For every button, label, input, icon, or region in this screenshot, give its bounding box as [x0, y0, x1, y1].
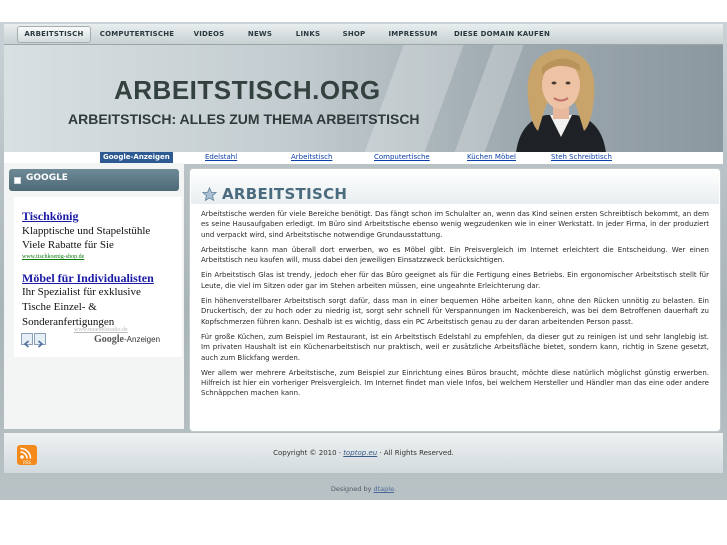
ad-link-arbeitstisch[interactable]: Arbeitstisch — [291, 153, 332, 161]
nav-item-shop[interactable]: SHOP — [336, 27, 372, 42]
site-subtitle: ARBEITSTISCH: ALLES ZUM THEMA ARBEITSTIS… — [68, 111, 420, 127]
ad-title-moebel[interactable]: Möbel für Individualisten — [22, 271, 154, 286]
copyright-link[interactable]: toptop.eu — [343, 449, 377, 457]
content-heading-bar: ARBEITSTISCH — [191, 170, 719, 204]
copyright-text: Copyright © 2010 · toptop.eu · All Right… — [4, 449, 723, 457]
ad-text-line: Viele Rabatte für Sie — [22, 239, 114, 251]
google-ads-label: Google-Anzeigen — [100, 152, 173, 163]
nav-item-arbeitstisch[interactable]: ARBEITSTISCH — [17, 26, 91, 43]
site-header: ARBEITSTISCH.ORG ARBEITSTISCH: ALLES ZUM… — [4, 45, 723, 153]
content-title: ARBEITSTISCH — [222, 185, 348, 203]
ad-link-kuechen-moebel[interactable]: Küchen Möbel — [467, 153, 516, 161]
article-paragraph: Ein höhenverstellbarer Arbeitstisch sorg… — [201, 297, 709, 326]
article-body: Arbeitstische werden für viele Bereiche … — [201, 209, 709, 404]
designed-suffix: . — [394, 485, 397, 493]
ad-text-line: Klapptische und Stapelstühle — [22, 225, 151, 237]
nav-item-computertische[interactable]: COMPUTERTISCHE — [96, 27, 178, 42]
rss-label: RSS — [23, 460, 31, 465]
main-nav: ARBEITSTISCH COMPUTERTISCHE VIDEOS NEWS … — [4, 24, 723, 45]
woman-portrait-image — [516, 49, 606, 153]
article-paragraph: Arbeitstische kann man überall dort erwe… — [201, 245, 709, 265]
nav-item-impressum[interactable]: IMPRESSUM — [382, 27, 444, 42]
ad-url-tischkoenig[interactable]: www.tischkoenig-shop.de — [22, 254, 84, 260]
nav-item-domain-kaufen[interactable]: DIESE DOMAIN KAUFEN — [452, 27, 552, 42]
site-footer: RSS Copyright © 2010 · toptop.eu · All R… — [4, 433, 723, 473]
ad-link-computertische[interactable]: Computertische — [374, 153, 430, 161]
ad-link-edelstahl[interactable]: Edelstahl — [205, 153, 237, 161]
article-paragraph: Für große Küchen, zum Beispiel im Restau… — [201, 332, 709, 362]
square-bullet-icon — [14, 177, 21, 184]
sidebar-heading: GOOGLE — [9, 169, 179, 191]
star-icon — [202, 187, 217, 202]
site-title[interactable]: ARBEITSTISCH.ORG — [114, 75, 381, 106]
article-paragraph: Wer allem wer mehrere Arbeitstische, zum… — [201, 368, 709, 398]
ad-text-line: Ihr Spezialist für exklusive — [22, 286, 141, 298]
google-logo-text: Google — [94, 334, 124, 345]
page: ARBEITSTISCH COMPUTERTISCHE VIDEOS NEWS … — [0, 0, 727, 545]
google-ads-suffix: -Anzeigen — [124, 335, 161, 344]
sidebar: GOOGLE Tischkönig Klapptische und Stapel… — [4, 163, 184, 429]
main-content: ARBEITSTISCH Arbeitstische werden für vi… — [189, 168, 721, 432]
ad-url-moebel[interactable]: www.moebelstudio.de — [74, 327, 128, 333]
nav-item-videos[interactable]: VIDEOS — [187, 27, 231, 42]
nav-item-links[interactable]: LINKS — [288, 27, 328, 42]
google-ad-block: Tischkönig Klapptische und Stapelstühle … — [14, 197, 182, 357]
designer-link[interactable]: dtaple — [374, 485, 395, 493]
article-paragraph: Ein Arbeitstisch Glas ist trendy, jedoch… — [201, 271, 709, 290]
nav-item-news[interactable]: NEWS — [240, 27, 280, 42]
designed-by: Designed by dtaple. — [0, 485, 727, 493]
google-ads-mark[interactable]: Google-Anzeigen — [94, 334, 160, 345]
ad-text-line: Tische Einzel- & — [22, 301, 97, 313]
ad-link-steh-schreibtisch[interactable]: Steh Schreibtisch — [551, 153, 612, 161]
copyright-prefix: Copyright © 2010 · — [273, 449, 344, 457]
ad-prev-arrow-icon[interactable] — [21, 333, 33, 348]
copyright-suffix: · All Rights Reserved. — [377, 449, 454, 457]
ad-next-arrow-icon[interactable] — [34, 333, 46, 348]
sidebar-heading-text: GOOGLE — [26, 173, 68, 183]
ad-title-tischkoenig[interactable]: Tischkönig — [22, 209, 78, 224]
article-paragraph: Arbeitstische werden für viele Bereiche … — [201, 210, 709, 239]
designed-prefix: Designed by — [330, 485, 374, 493]
